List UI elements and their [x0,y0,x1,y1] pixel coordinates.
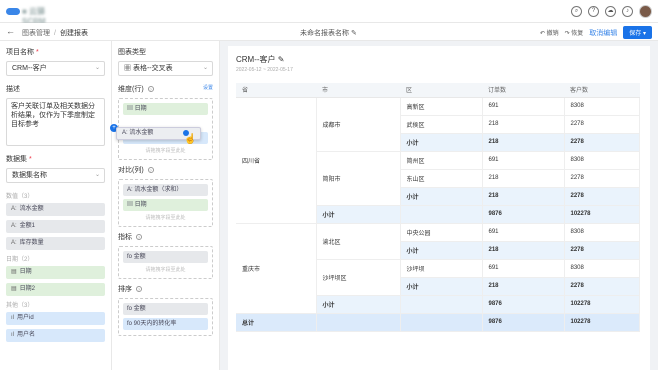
table-row: 四川省 成都市 高新区 691 8308 [236,97,640,224]
chart-config-panel: 图表类型 ▦ 表格--交叉表⌄ 维度(行) ?设置 ▤ 日期 ıl 90天内的转… [112,41,220,370]
chevron-down-icon: ⌄ [94,172,100,178]
field-chip[interactable]: ▤ 日期 [6,266,105,279]
drop-hint: 请拖拽字段至此处 [145,267,186,273]
field-chip[interactable]: ▤ 日期 [123,103,208,115]
dataset-select[interactable]: 数据集名称 ⌄ [6,168,105,183]
text-type-icon: A: [11,240,17,246]
field-chip[interactable]: ▤ 日期 [123,199,208,211]
bar-chart-icon: ıl [11,315,14,321]
dataset-label: 数据集 * [6,156,32,163]
group-date: 日期（2） [6,257,34,263]
back-arrow-icon[interactable]: ← [6,26,15,36]
dim-row-label: 维度(行) ? 设置 [118,84,213,93]
dim-col-label: 对比(列) ? [118,167,154,174]
cancel-edit-button[interactable]: 取消编辑 [589,28,617,38]
field-chip[interactable]: fo 金额 [123,251,208,263]
calendar-icon: ▤ [11,286,17,292]
city-cell: 沙坪坝区 [316,259,401,296]
logo-mark [6,8,20,15]
field-chip[interactable]: A: 流水金额（求和） [123,184,208,196]
project-label: 项目名称 * [6,49,39,56]
edit-icon[interactable]: ✎ [278,55,285,64]
text-type-icon: A: [11,206,17,212]
report-name[interactable]: 未命名报表名称 ✎ [300,28,357,38]
drop-hint: 请拖拽字段至此处 [145,148,186,154]
function-icon: fo [127,306,134,312]
help-icon[interactable]: ? [588,6,599,17]
field-chip[interactable]: ▤ 日期2 [6,283,105,296]
chart-type-label: 图表类型 [118,49,146,56]
hand-cursor-icon: ☝ [184,134,197,145]
help-icon: ? [135,286,142,292]
city-cell: 简阳市 [316,151,401,206]
function-icon: fo [127,321,134,327]
cross-table: 省 市 区 订单数 客户数 四川省 成都市 高新区 691 8308 武侯区 218 2… [236,83,640,332]
col-header: 省 [236,83,316,98]
cloud-icon[interactable]: ☁ [605,6,616,17]
col-header: 市 [316,83,400,98]
province-cell: 重庆市 [236,223,317,314]
col-header: 客户数 [564,83,640,98]
col-header: 区 [400,83,482,98]
field-chip[interactable]: A: 库存数量 [6,237,105,250]
bell-icon[interactable]: ♪ [622,6,633,17]
dim-row-set-link[interactable]: 设置 [203,84,213,91]
undo-button[interactable]: ↶ 撤销 [540,28,559,37]
calendar-icon: ▤ [127,106,135,112]
col-header: 订单数 [482,83,564,98]
brand-logo[interactable]: ■ 云驿SCRM [6,6,62,26]
group-other: 其他（3） [6,303,34,309]
field-chip[interactable]: A: 金额1 [6,220,105,233]
search-icon[interactable]: ⌕ [571,6,582,17]
breadcrumb-parent[interactable]: 图表管理 [22,30,50,37]
drop-hint: 请拖拽字段至此处 [145,215,186,221]
dim-col-dropzone[interactable]: A: 流水金额（求和） ▤ 日期 请拖拽字段至此处 [118,179,213,227]
bar-chart-icon: ıl [11,332,14,338]
secondary-bar: ← 图表管理 / 创建报表 未命名报表名称 ✎ ↶ 撤销 ↷ 恢复 取消编辑 保存 … [0,23,658,41]
help-icon: ? [135,234,142,240]
redo-button[interactable]: ↷ 恢复 [565,28,584,37]
project-select[interactable]: CRM--客户 ⌄ [6,61,105,76]
desc-textarea[interactable]: 客户关联订单及相关数据分析结果，仅作为下季度制定目标参考 [6,98,105,146]
table-row: 重庆市 渝北区 中央公园 691 8308 [236,223,640,314]
province-cell: 四川省 [236,97,317,224]
avatar[interactable] [639,5,652,18]
city-cell: 成都市 [316,97,401,152]
report-title: CRM--客户 ✎ [236,55,285,64]
help-icon: ? [147,167,154,173]
total-row: 总计 9876 102278 [236,313,640,332]
config-panel: 项目名称 * CRM--客户 ⌄ 描述 客户关联订单及相关数据分析结果，仅作为下季… [0,41,112,370]
table-icon: ▦ [124,65,133,72]
group-numeric: 数值（3） [6,194,34,200]
chevron-down-icon: ⌄ [202,65,208,71]
top-bar: ■ 云驿SCRM ⌕ ? ☁ ♪ [0,0,658,26]
metric-dropzone[interactable]: fo 金额 请拖拽字段至此处 [118,246,213,279]
chart-type-select[interactable]: ▦ 表格--交叉表 ⌄ [118,61,213,76]
city-cell: 渝北区 [316,223,401,260]
field-chip[interactable]: fo 金额 [123,303,208,315]
breadcrumb-current: 创建报表 [59,30,88,37]
chevron-down-icon: ⌄ [94,65,100,71]
report-date: 2022-05-12 ~ 2022-05-17 [236,67,293,73]
field-chip[interactable]: A: 流水金额 [6,203,105,216]
calendar-icon: ▤ [11,269,17,275]
field-chip[interactable]: fo 90天内的转化率 [123,318,208,330]
table-header-row: 省 市 区 订单数 客户数 [236,83,640,98]
function-icon: fo [127,254,134,260]
desc-label: 描述 [6,86,20,93]
edit-icon[interactable]: ✎ [351,30,357,37]
save-button[interactable]: 保存 ▾ [623,26,652,39]
sort-label: 排序 ? [118,286,142,293]
metric-label: 指标 ? [118,234,142,241]
calendar-icon: ▤ [127,202,135,208]
text-type-icon: A: [11,223,17,229]
field-chip[interactable]: ıl 用户id [6,312,105,325]
sort-dropzone[interactable]: fo 金额 fo 90天内的转化率 [118,298,213,336]
field-chip[interactable]: ıl 用户名 [6,329,105,342]
help-icon: ? [147,86,154,92]
report-preview: CRM--客户 ✎ 2022-05-12 ~ 2022-05-17 省 市 区 … [228,46,650,370]
breadcrumb: 图表管理 / 创建报表 [22,30,88,37]
